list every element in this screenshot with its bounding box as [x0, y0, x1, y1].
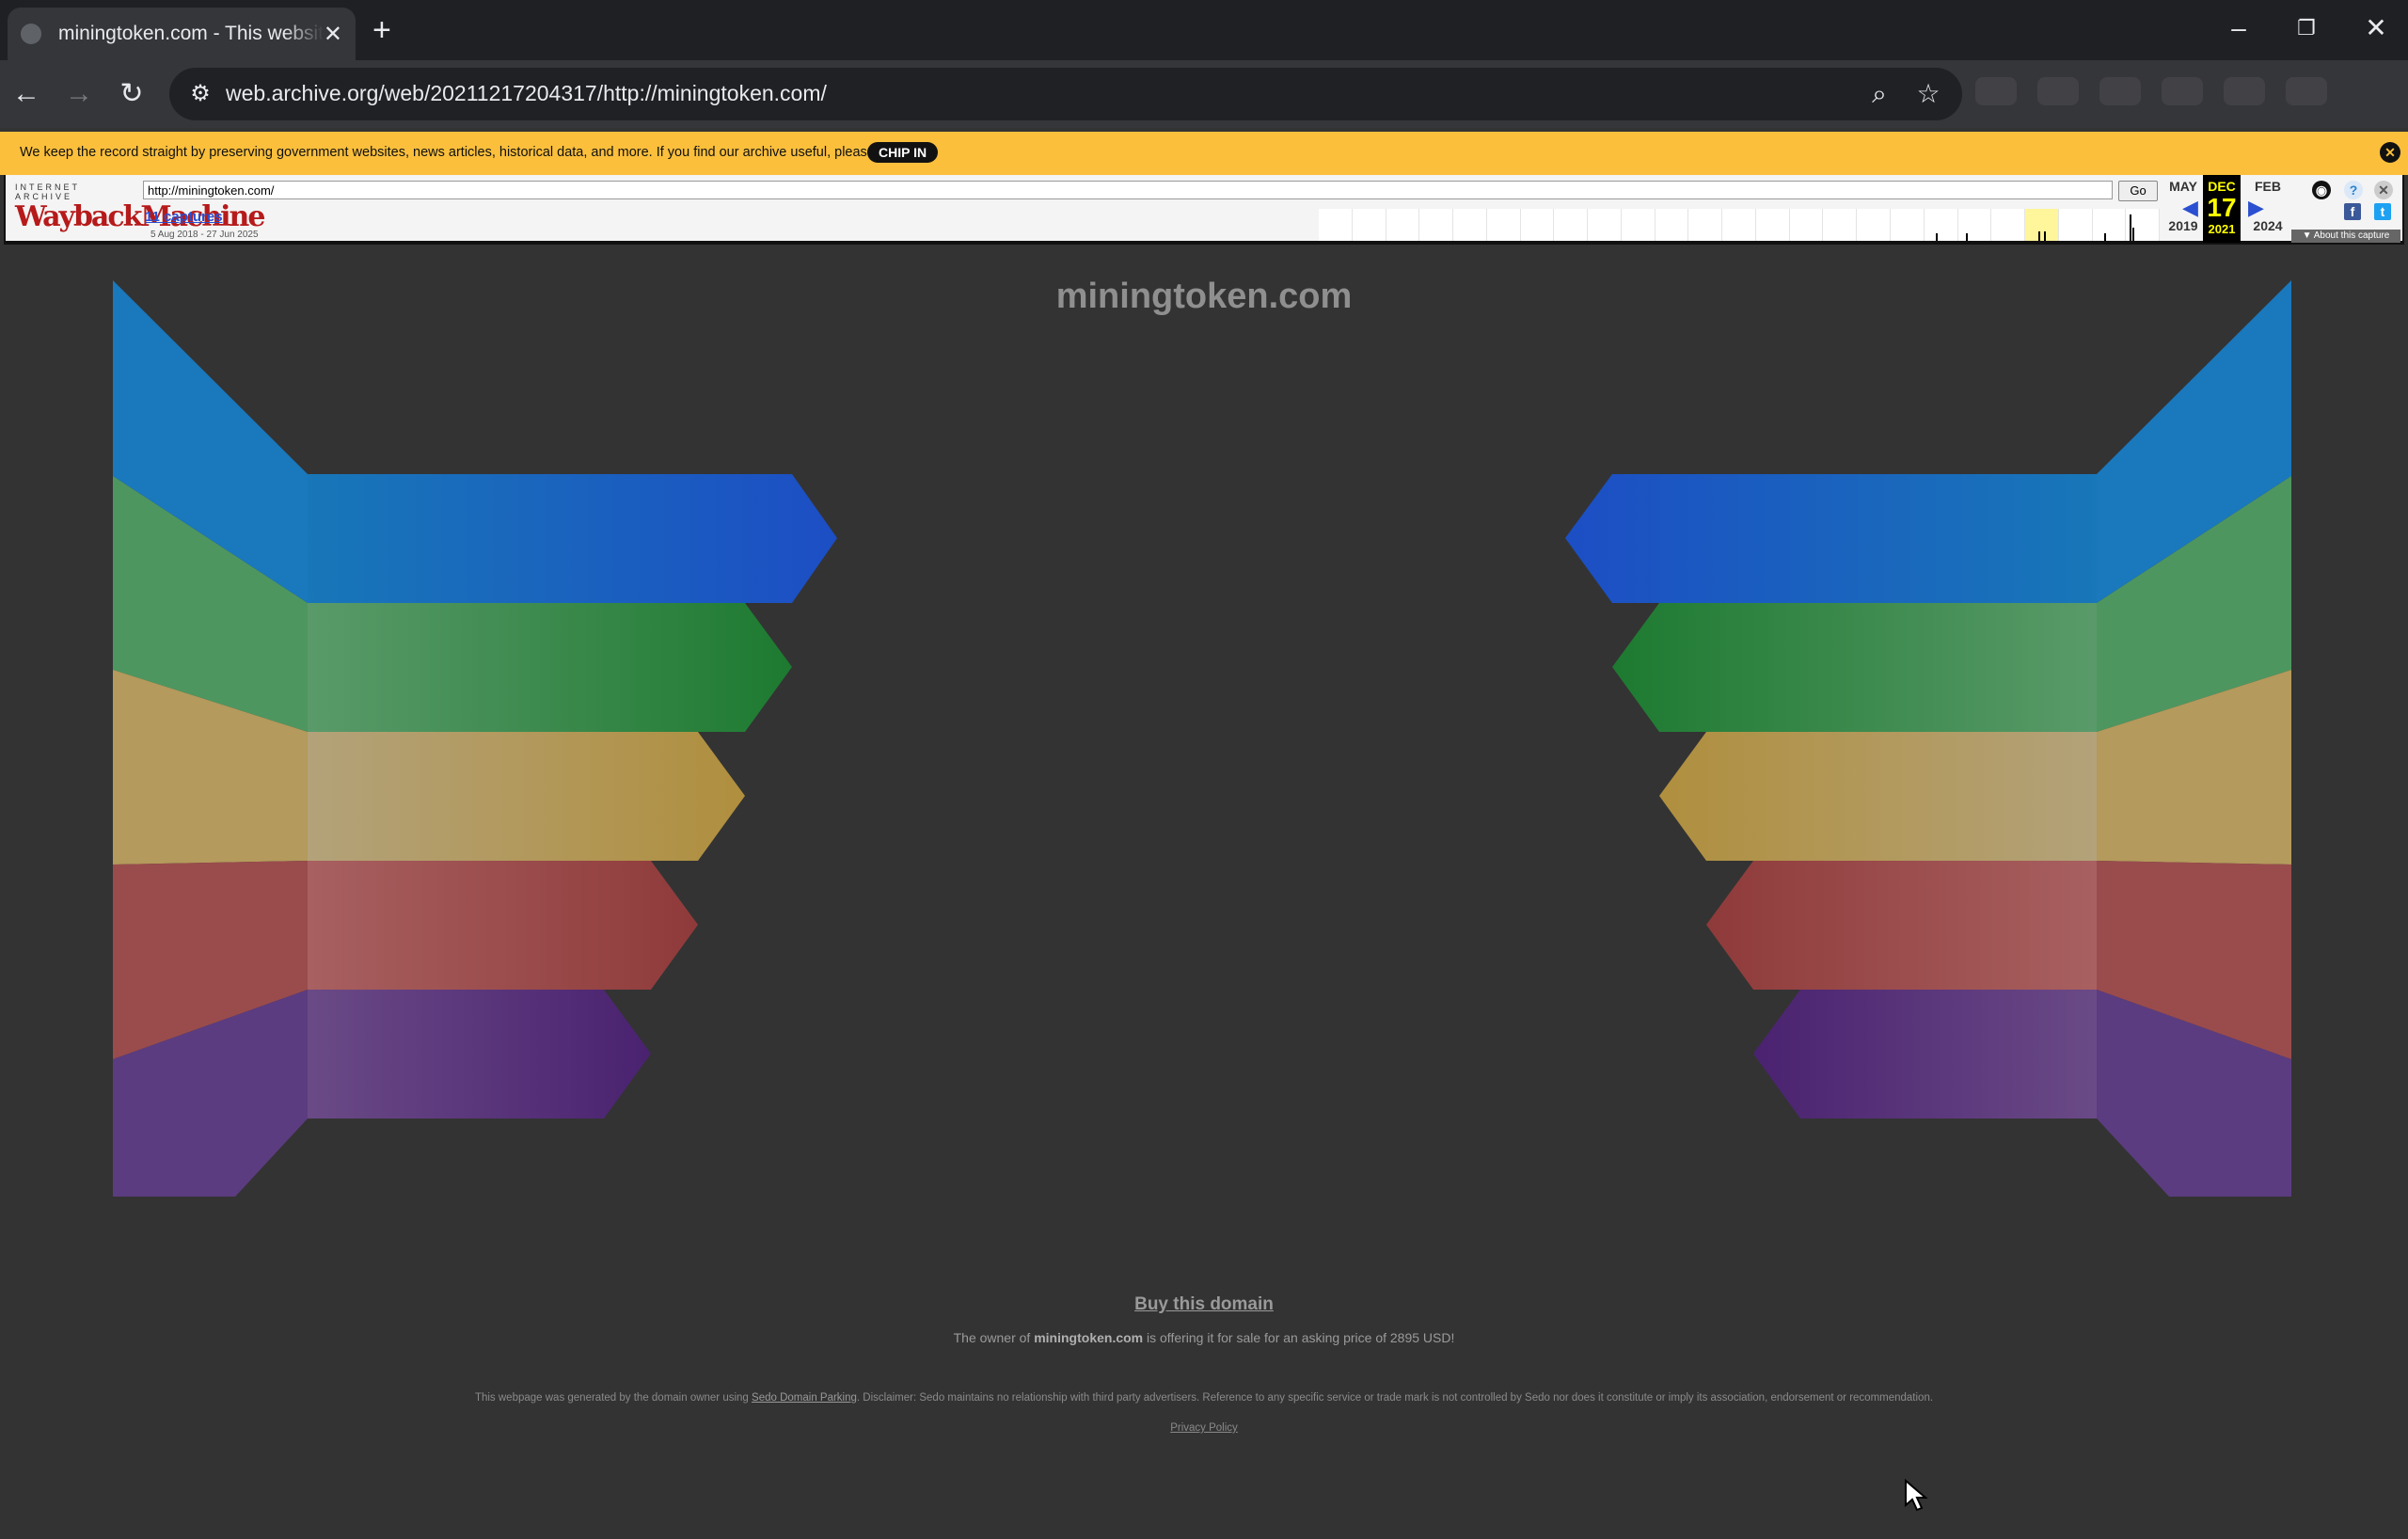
- help-icon[interactable]: ?: [2344, 181, 2363, 199]
- disclaimer-suffix: . Disclaimer: Sedo maintains no relation…: [856, 1392, 1934, 1404]
- next-capture-month[interactable]: FEB 2024: [2244, 175, 2291, 233]
- page-title: miningtoken.com: [1055, 277, 1353, 316]
- prev-month: MAY: [2169, 179, 2197, 194]
- next-month: FEB: [2255, 179, 2281, 194]
- twitter-icon[interactable]: t: [2374, 203, 2391, 220]
- offer-domain: miningtoken.com: [1034, 1330, 1144, 1345]
- current-capture-date: DEC 17 2021: [2203, 175, 2241, 243]
- capture-sparkline[interactable]: [1319, 209, 2161, 241]
- browser-titlebar: miningtoken.com - This website is for sa…: [0, 0, 2408, 60]
- wayback-logo-text: WaybackMachine: [15, 200, 265, 233]
- minimize-icon[interactable]: –: [2220, 9, 2258, 47]
- browser-toolbar: ← → ↻ ⚙ web.archive.org/web/202112172043…: [0, 60, 2408, 128]
- current-year: 2021: [2208, 222, 2236, 236]
- wayback-logo[interactable]: INTERNET ARCHIVE WaybackMachine: [15, 182, 265, 235]
- close-tab-icon[interactable]: ✕: [324, 21, 342, 48]
- extension-icon[interactable]: [2224, 77, 2265, 105]
- extension-icon[interactable]: [1975, 77, 2017, 105]
- window-close-icon[interactable]: ✕: [2357, 9, 2395, 47]
- extension-icon[interactable]: [2286, 77, 2327, 105]
- offer-prefix: The owner of: [953, 1330, 1031, 1345]
- disclaimer-prefix: This webpage was generated by the domain…: [474, 1392, 749, 1404]
- chip-in-button[interactable]: CHIP IN: [867, 142, 939, 163]
- restore-icon[interactable]: ❐: [2288, 9, 2325, 47]
- wayback-go-button[interactable]: Go: [2118, 181, 2158, 201]
- captures-link[interactable]: 11 captures: [145, 209, 223, 225]
- about-capture-button[interactable]: ▼ About this capture: [2291, 230, 2400, 243]
- address-bar[interactable]: ⚙ web.archive.org/web/20211217204317/htt…: [169, 68, 1962, 120]
- next-year: 2024: [2253, 218, 2283, 233]
- site-settings-icon[interactable]: ⚙: [186, 80, 214, 108]
- wayback-url-input[interactable]: [143, 181, 2113, 199]
- forward-arrow-icon[interactable]: →: [60, 75, 98, 113]
- offer-suffix: is offering it for sale for an asking pr…: [1147, 1330, 1455, 1345]
- browser-tab[interactable]: miningtoken.com - This website is for sa…: [8, 8, 356, 60]
- zoom-icon[interactable]: ⌕: [1862, 77, 1896, 111]
- facebook-icon[interactable]: f: [2344, 203, 2361, 220]
- privacy-policy-link[interactable]: Privacy Policy: [0, 1422, 2408, 1434]
- banner-text: We keep the record straight by preservin…: [20, 145, 875, 160]
- bookmark-star-icon[interactable]: ☆: [1911, 77, 1945, 111]
- page-content: miningtoken.com Buy this domain The owne…: [0, 248, 2408, 1539]
- current-day: 17: [2207, 193, 2237, 222]
- donation-banner: We keep the record straight by preservin…: [0, 132, 2408, 175]
- sedo-parking-link[interactable]: Sedo Domain Parking: [752, 1392, 857, 1404]
- address-url[interactable]: web.archive.org/web/20211217204317/http:…: [226, 81, 827, 106]
- reload-icon[interactable]: ↻: [113, 75, 150, 113]
- extension-icon[interactable]: [2099, 77, 2141, 105]
- wayback-toolbar: INTERNET ARCHIVE WaybackMachine Go 11 ca…: [4, 175, 2404, 245]
- ia-label: INTERNET ARCHIVE: [15, 182, 80, 201]
- buy-domain-link[interactable]: Buy this domain: [0, 1294, 2408, 1315]
- banner-close-icon[interactable]: ✕: [2380, 142, 2400, 163]
- tab-title: miningtoken.com - This website is for sa…: [58, 23, 324, 44]
- prev-year: 2019: [2168, 218, 2198, 233]
- wayback-close-icon[interactable]: ✕: [2374, 181, 2393, 199]
- decorative-arrows-art: [113, 280, 2291, 1197]
- sale-offer-text: The owner of miningtoken.com is offering…: [0, 1330, 2408, 1345]
- right-wing: [1565, 280, 2291, 1197]
- user-icon[interactable]: ◉: [2312, 181, 2331, 199]
- extension-icon[interactable]: [2037, 77, 2079, 105]
- mouse-cursor-icon: [1905, 1479, 1928, 1512]
- extensions-area: [1975, 77, 2389, 111]
- disclaimer-text: This webpage was generated by the domain…: [0, 1392, 2408, 1404]
- back-arrow-icon[interactable]: ←: [8, 75, 45, 113]
- prev-capture-arrow-icon[interactable]: ◀: [2182, 196, 2198, 220]
- extension-icon[interactable]: [2162, 77, 2203, 105]
- current-month: DEC: [2208, 179, 2236, 194]
- capture-date-range: 5 Aug 2018 - 27 Jun 2025: [150, 230, 259, 240]
- globe-icon: [21, 24, 41, 44]
- left-wing: [113, 280, 837, 1197]
- plus-icon[interactable]: +: [372, 11, 391, 49]
